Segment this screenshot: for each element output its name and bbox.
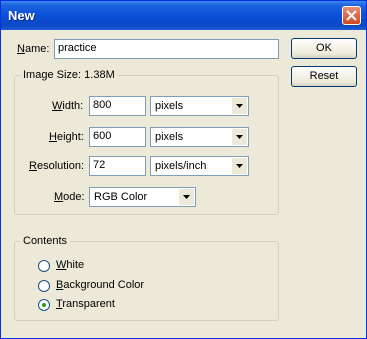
reset-button[interactable]: Reset [291,66,357,87]
name-label: Name: [17,43,50,55]
width-unit-select[interactable]: pixels [150,96,249,116]
mode-label: Mode: [54,191,85,203]
close-icon [346,10,357,21]
title-bar[interactable]: New [1,1,366,30]
dialog-body: Name: practice OK Reset Image Size: 1.38… [4,30,363,336]
width-input[interactable]: 800 [89,96,146,116]
radio-white[interactable] [38,260,50,272]
resolution-unit-select[interactable]: pixels/inch [150,156,249,176]
chevron-down-icon [231,158,247,174]
resolution-input[interactable]: 72 [89,156,146,176]
radio-background-color-label[interactable]: Background Color [56,279,144,291]
chevron-down-icon [231,129,247,145]
resolution-label: Resolution: [29,160,85,172]
mode-select[interactable]: RGB Color [89,187,196,207]
close-button[interactable] [342,6,361,25]
width-label: Width: [52,100,84,112]
contents-title: Contents [20,235,71,247]
radio-background-color[interactable] [38,280,50,292]
radio-white-label[interactable]: White [56,259,84,271]
chevron-down-icon [178,189,194,205]
height-input[interactable]: 600 [89,127,146,147]
name-input[interactable]: practice [54,39,279,59]
ok-button[interactable]: OK [291,38,357,59]
radio-transparent-label[interactable]: Transparent [56,298,115,310]
contents-group [14,241,279,321]
dialog-title: New [8,8,35,23]
new-dialog: New Name: practice OK Reset Image Size: … [0,0,367,339]
height-label: Height: [49,131,84,143]
radio-transparent[interactable] [38,299,50,311]
image-size-title: Image Size: 1.38M [20,69,118,81]
chevron-down-icon [231,98,247,114]
height-unit-select[interactable]: pixels [150,127,249,147]
